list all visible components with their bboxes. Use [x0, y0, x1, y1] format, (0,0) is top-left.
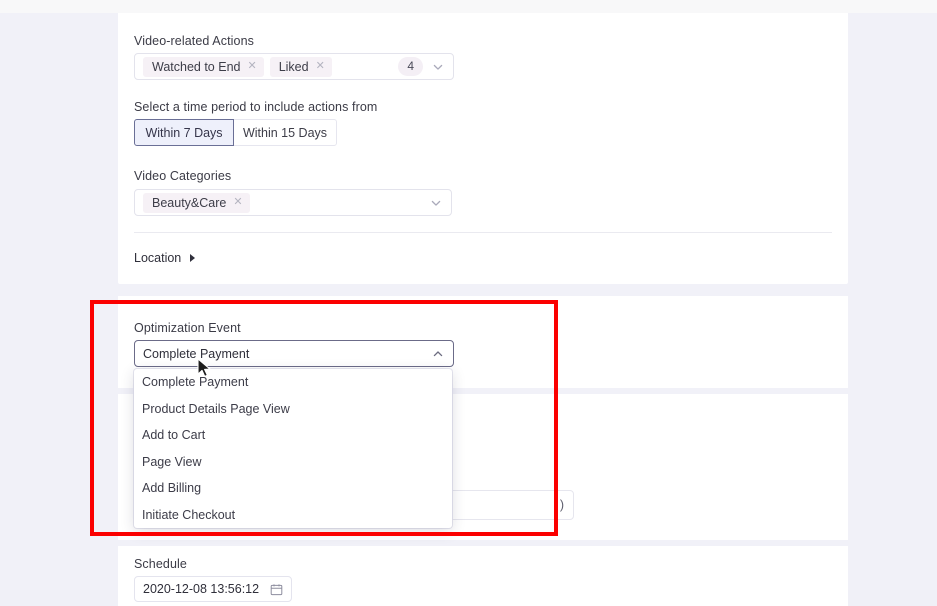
chip-remove-icon[interactable]: ✕	[233, 197, 242, 208]
chip-beauty-and-care[interactable]: Beauty&Care ✕	[143, 192, 250, 213]
page-background: Video-related Actions Watched to End ✕ L…	[0, 0, 937, 606]
location-label: Location	[134, 251, 182, 265]
video-categories-select[interactable]: Beauty&Care ✕	[134, 189, 452, 216]
chevron-up-icon[interactable]	[431, 347, 445, 361]
schedule-datetime-input[interactable]: 2020-12-08 13:56:12	[134, 576, 292, 602]
schedule-card: Schedule 2020-12-08 13:56:12	[118, 546, 848, 606]
optimization-event-select[interactable]: Complete Payment	[134, 340, 454, 367]
time-period-label: Select a time period to include actions …	[134, 100, 378, 114]
audience-settings-card: Video-related Actions Watched to End ✕ L…	[118, 13, 848, 284]
optimization-event-dropdown-menu[interactable]: Complete Payment Product Details Page Vi…	[134, 369, 452, 528]
chip-remove-icon[interactable]: ✕	[316, 61, 325, 72]
video-actions-label: Video-related Actions	[134, 34, 255, 48]
chip-label: Watched to End	[152, 59, 241, 74]
caret-right-icon[interactable]	[190, 254, 196, 262]
dropdown-option-initiate-checkout[interactable]: Initiate Checkout	[134, 502, 452, 529]
dropdown-option-page-view[interactable]: Page View	[134, 449, 452, 476]
bid-amount-input[interactable]: )	[434, 490, 574, 520]
video-categories-label: Video Categories	[134, 169, 232, 183]
chip-remove-icon[interactable]: ✕	[247, 61, 256, 72]
card-divider	[134, 232, 832, 233]
selection-count-badge: 4	[398, 57, 423, 76]
chevron-down-icon[interactable]	[429, 196, 443, 210]
dropdown-option-add-to-cart[interactable]: Add to Cart	[134, 422, 452, 449]
location-section-toggle[interactable]: Location	[134, 251, 196, 265]
top-strip	[0, 0, 937, 13]
tab-within-15-days[interactable]: Within 15 Days	[233, 119, 337, 146]
dropdown-option-product-details-page-view[interactable]: Product Details Page View	[134, 396, 452, 423]
chevron-down-icon[interactable]	[431, 60, 445, 74]
optimization-event-label: Optimization Event	[134, 321, 241, 335]
dropdown-option-complete-payment[interactable]: Complete Payment	[134, 369, 452, 396]
chip-label: Liked	[278, 59, 309, 74]
calendar-icon[interactable]	[270, 583, 283, 596]
tab-within-7-days[interactable]: Within 7 Days	[134, 119, 234, 146]
optimization-event-selected-value: Complete Payment	[143, 346, 250, 361]
schedule-datetime-value: 2020-12-08 13:56:12	[143, 582, 260, 596]
chip-liked[interactable]: Liked ✕	[269, 56, 332, 77]
time-period-tabs: Within 7 Days Within 15 Days	[134, 119, 337, 146]
dropdown-option-add-billing[interactable]: Add Billing	[134, 475, 452, 502]
schedule-label: Schedule	[134, 557, 187, 571]
video-actions-select[interactable]: Watched to End ✕ Liked ✕ 4	[134, 53, 454, 80]
chip-watched-to-end[interactable]: Watched to End ✕	[143, 56, 264, 77]
chip-label: Beauty&Care	[152, 195, 227, 210]
